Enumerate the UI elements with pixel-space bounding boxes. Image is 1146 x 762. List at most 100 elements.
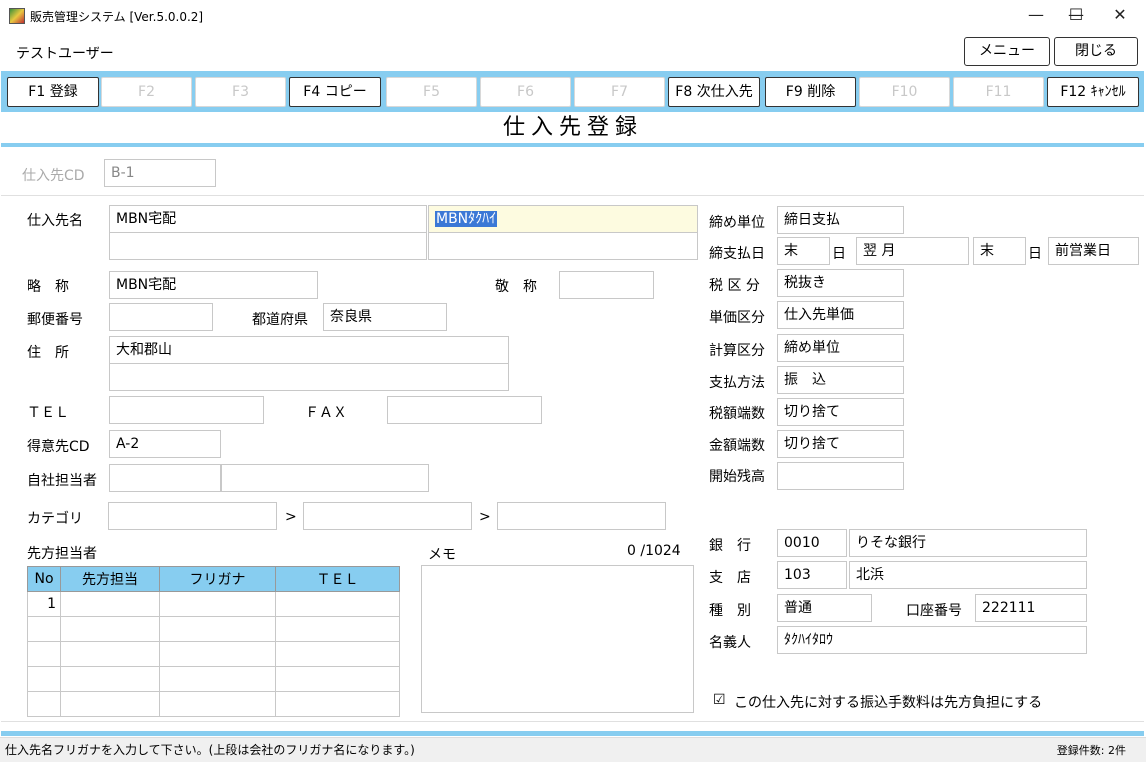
account-holder-label: 名義人 [709, 635, 751, 651]
price-class-label: 単価区分 [709, 310, 765, 326]
bank-code-field[interactable]: 0010 [777, 529, 847, 557]
contacts-cell[interactable] [27, 641, 61, 667]
title-underline [1, 143, 1144, 147]
category-separator-1: > [285, 509, 297, 525]
fkey-f2-button[interactable]: F2 [101, 77, 192, 107]
pay-day-field[interactable]: 末 [973, 237, 1026, 265]
contacts-cell[interactable] [27, 666, 61, 692]
opening-balance-field[interactable] [777, 462, 904, 490]
short-name-field[interactable]: MBN宅配 [109, 271, 318, 299]
staff-code-field[interactable] [109, 464, 221, 492]
contacts-cell[interactable] [60, 691, 160, 717]
contacts-cell[interactable] [60, 591, 160, 617]
close-window-icon[interactable]: ✕ [1100, 4, 1140, 28]
fkey-f4-button[interactable]: F4 コピー [289, 77, 381, 107]
business-day-select[interactable]: 前営業日 [1048, 237, 1139, 265]
address-field-2[interactable] [109, 363, 509, 391]
contacts-row[interactable] [27, 666, 400, 692]
fkey-f6-button[interactable]: F6 [480, 77, 571, 107]
contacts-cell[interactable] [275, 616, 400, 642]
fkey-f1-button[interactable]: F1 登録 [7, 77, 99, 107]
supplier-name-field[interactable]: MBN宅配 [109, 205, 427, 233]
supplier-cd-field[interactable]: B-1 [104, 159, 216, 187]
contacts-cell[interactable] [275, 691, 400, 717]
col-header-contact: 先方担当 [60, 566, 160, 592]
account-holder-field[interactable]: ﾀｸﾊｲﾀﾛｳ [777, 626, 1087, 654]
category-field-1[interactable] [108, 502, 277, 530]
calc-class-select[interactable]: 締め単位 [777, 334, 904, 362]
contacts-cell[interactable] [275, 641, 400, 667]
section-divider [1, 195, 1144, 196]
bank-name-field[interactable]: りそな銀行 [849, 529, 1087, 557]
address-field[interactable]: 大和郡山 [109, 336, 509, 364]
contacts-cell[interactable]: 1 [27, 591, 61, 617]
postal-code-label: 郵便番号 [27, 312, 83, 328]
closing-day-unit: 日 [832, 246, 846, 262]
contacts-cell[interactable] [275, 666, 400, 692]
closing-unit-select[interactable]: 締日支払 [777, 206, 904, 234]
fkey-f3-button[interactable]: F3 [195, 77, 286, 107]
account-type-select[interactable]: 普通 [777, 594, 872, 622]
bank-label: 銀 行 [709, 538, 751, 554]
tax-class-select[interactable]: 税抜き [777, 269, 904, 297]
price-class-select[interactable]: 仕入先単価 [777, 301, 904, 329]
contacts-cell[interactable] [60, 641, 160, 667]
honorific-field[interactable] [559, 271, 654, 299]
contacts-cell[interactable] [159, 616, 276, 642]
category-field-3[interactable] [497, 502, 666, 530]
staff-name-field[interactable] [221, 464, 429, 492]
memo-label: メモ [428, 547, 456, 563]
contacts-cell[interactable] [159, 691, 276, 717]
closing-unit-label: 締め単位 [709, 215, 765, 231]
minimize-icon[interactable]: — [1016, 4, 1056, 28]
maximize-icon[interactable]: ☐ [1056, 4, 1096, 28]
fkey-f7-button[interactable]: F7 [574, 77, 665, 107]
pay-month-select[interactable]: 翌 月 [856, 237, 969, 265]
fee-checkbox[interactable]: ☑ [713, 692, 726, 708]
category-field-2[interactable] [303, 502, 472, 530]
fkey-f5-button[interactable]: F5 [386, 77, 477, 107]
contacts-cell[interactable] [27, 616, 61, 642]
supplier-kana-field-2[interactable] [428, 232, 698, 260]
supplier-kana-field[interactable]: MBNﾀｸﾊｲ [428, 205, 698, 233]
contacts-cell[interactable] [159, 591, 276, 617]
fkey-f9-button[interactable]: F9 削除 [765, 77, 856, 107]
contacts-cell[interactable] [159, 641, 276, 667]
branch-name-field[interactable]: 北浜 [849, 561, 1087, 589]
supplier-name-field-2[interactable] [109, 232, 427, 260]
fax-field[interactable] [387, 396, 542, 424]
closing-day-field[interactable]: 末 [777, 237, 830, 265]
postal-code-field[interactable] [109, 303, 213, 331]
fkey-f10-button[interactable]: F10 [859, 77, 950, 107]
memo-textarea[interactable] [421, 565, 694, 713]
customer-cd-field[interactable]: A-2 [109, 430, 221, 458]
contacts-cell[interactable] [60, 616, 160, 642]
prefecture-field[interactable]: 奈良県 [323, 303, 447, 331]
fee-checkbox-label[interactable]: この仕入先に対する振込手数料は先方負担にする [734, 692, 1042, 712]
window-title: 販売管理システム [Ver.5.0.0.2] [30, 10, 204, 24]
account-number-field[interactable]: 222111 [975, 594, 1087, 622]
amount-rounding-select[interactable]: 切り捨て [777, 430, 904, 458]
contacts-row[interactable] [27, 641, 400, 667]
contacts-header-row: No 先方担当 フリガナ ＴＥＬ [27, 566, 400, 592]
branch-code-field[interactable]: 103 [777, 561, 847, 589]
fkey-f11-button[interactable]: F11 [953, 77, 1044, 107]
fkey-f12-button[interactable]: F12 ｷｬﾝｾﾙ [1047, 77, 1139, 107]
tel-field[interactable] [109, 396, 264, 424]
contacts-table[interactable]: No 先方担当 フリガナ ＴＥＬ 1 [27, 566, 400, 717]
contacts-cell[interactable] [275, 591, 400, 617]
contacts-cell[interactable] [159, 666, 276, 692]
tax-rounding-select[interactable]: 切り捨て [777, 398, 904, 426]
supplier-kana-selection: MBNﾀｸﾊｲ [435, 211, 498, 227]
menu-button[interactable]: メニュー [964, 37, 1050, 66]
record-count: 登録件数: 2件 [1056, 744, 1126, 757]
fkey-f8-button[interactable]: F8 次仕入先 [668, 77, 760, 107]
contacts-row[interactable] [27, 691, 400, 717]
contacts-row[interactable]: 1 [27, 591, 400, 617]
contacts-row[interactable] [27, 616, 400, 642]
contacts-cell[interactable] [60, 666, 160, 692]
close-button[interactable]: 閉じる [1054, 37, 1138, 66]
payment-method-select[interactable]: 振 込 [777, 366, 904, 394]
contacts-cell[interactable] [27, 691, 61, 717]
status-message: 仕入先名フリガナを入力して下さい。(上段は会社のフリガナ名になります。) [5, 743, 415, 757]
